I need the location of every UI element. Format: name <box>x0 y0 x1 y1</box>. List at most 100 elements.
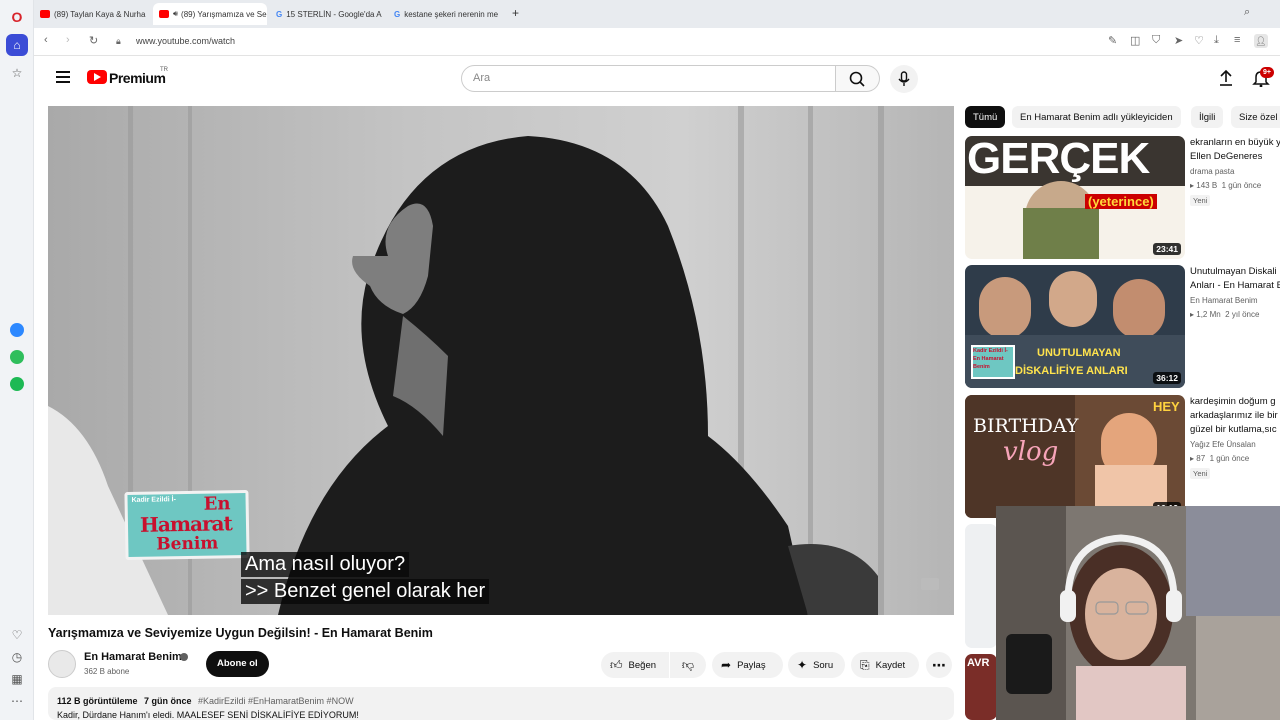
back-icon[interactable]: ‹ <box>44 34 48 46</box>
thumbs-up-icon: 👍︎ <box>610 657 623 672</box>
description-text: Kadir, Dürdane Hanım'ı eledi. MAALESEF S… <box>57 710 359 720</box>
age: 2 yıl önce <box>1225 310 1260 319</box>
subscriber-count: 362 B abone <box>84 667 130 676</box>
channel-avatar[interactable] <box>48 650 76 678</box>
speaker-icon[interactable]: 🔊︎ <box>173 9 178 19</box>
google-favicon-icon: G <box>394 9 401 19</box>
reload-icon[interactable]: ↻ <box>89 34 98 47</box>
tab-search-icon[interactable]: ⌕ <box>1244 6 1250 19</box>
thumbs-down-icon: 👎︎ <box>681 657 695 672</box>
heart-outline-icon[interactable]: ♡ <box>1194 34 1204 47</box>
extensions-icon[interactable]: ▦ <box>6 668 28 690</box>
recommended-meta-1: ▸ 143 B 1 gün önce <box>1190 181 1262 190</box>
bookmark-star-icon[interactable]: ☆ <box>6 62 28 84</box>
download-icon[interactable]: ⤓ <box>1214 34 1219 47</box>
search-button[interactable] <box>836 65 880 92</box>
recommended-channel-1[interactable]: drama pasta <box>1190 167 1280 176</box>
whatsapp-icon[interactable] <box>6 346 28 368</box>
recommended-thumbnail-4[interactable] <box>965 524 997 648</box>
thumb-5-text: AVR <box>967 657 990 669</box>
heart-icon[interactable]: ♡ <box>6 624 28 646</box>
recommended-title-2b[interactable]: Anları - En Hamarat B <box>1190 279 1280 293</box>
messenger-icon[interactable] <box>6 319 28 341</box>
views: 143 B <box>1196 181 1218 190</box>
profile-icon[interactable]: 👤︎ <box>1254 34 1268 48</box>
tab-3[interactable]: G 15 STERLİN - Google'da A <box>270 3 386 25</box>
recommended-title-3c[interactable]: güzel bir kutlama,sıc <box>1190 423 1280 437</box>
shield-icon[interactable]: ⛉ <box>1152 34 1160 47</box>
send-icon[interactable]: ➤ <box>1174 34 1183 47</box>
recommended-thumbnail-1[interactable]: GERÇEK (yeterince) 23:41 <box>965 136 1185 259</box>
save-button[interactable]: ⎘ Kaydet <box>851 652 919 678</box>
recommended-title-1a[interactable]: ekranların en büyük y <box>1190 136 1280 150</box>
show-logo: Kadir Ezildi İ- En Hamarat Benim <box>124 489 250 561</box>
sparkle-icon: ✦ <box>797 658 808 672</box>
recommended-thumbnail-5[interactable]: AVR <box>965 654 997 720</box>
description-box[interactable]: 112 B görüntüleme 7 gün önce #KadirEzild… <box>48 687 954 720</box>
upload-icon[interactable] <box>1218 69 1234 92</box>
duration-badge: 23:41 <box>1153 243 1181 255</box>
video-player[interactable]: Kadir Ezildi İ- En Hamarat Benim Ama nas… <box>48 106 954 615</box>
edit-icon[interactable]: ✎ <box>1108 34 1117 47</box>
recommended-title-3a[interactable]: kardeşimin doğum g <box>1190 395 1280 409</box>
google-favicon-icon: G <box>276 9 283 19</box>
chip-related[interactable]: İlgili <box>1191 106 1224 128</box>
new-tab-button[interactable]: + <box>512 6 519 20</box>
camera-icon[interactable]: ◫ <box>1130 34 1140 47</box>
video-title: Yarışmamıza ve Seviyemize Uygun Değilsin… <box>48 626 433 640</box>
country-code: TR <box>160 67 168 73</box>
more-actions-icon[interactable]: ⋯ <box>926 652 952 678</box>
like-label: Beğen <box>628 659 657 671</box>
dislike-button[interactable]: 👎︎ <box>670 652 706 678</box>
webcam-feed <box>996 506 1280 720</box>
chip-all[interactable]: Tümü <box>965 106 1006 128</box>
like-button[interactable]: 👍︎ Beğen <box>601 652 669 678</box>
opera-logo-icon[interactable]: O <box>6 6 28 28</box>
verified-icon <box>180 653 188 661</box>
recommended-thumbnail-2[interactable]: UNUTULMAYAN DİSKALİFİYE ANLARI Kadir Ezi… <box>965 265 1185 388</box>
history-icon[interactable]: ◷ <box>6 646 28 668</box>
hamburger-menu-icon[interactable] <box>56 71 70 83</box>
youtube-logo-icon[interactable] <box>87 70 107 84</box>
tab-2-active[interactable]: 🔊︎ (89) Yarışmamıza ve Se <box>153 3 267 25</box>
ask-button[interactable]: ✦ Soru <box>788 652 845 678</box>
menu-icon[interactable]: ≡ <box>1234 34 1240 46</box>
url-field[interactable]: www.youtube.com/watch <box>136 36 235 46</box>
recommended-title-1b[interactable]: Ellen DeGeneres <box>1190 150 1280 164</box>
youtube-favicon-icon <box>159 10 169 18</box>
share-icon: ➦ <box>721 658 732 672</box>
recommended-thumbnail-3[interactable]: BIRTHDAY vlog HEY 16:12 <box>965 395 1185 518</box>
search-input[interactable]: Ara <box>461 65 836 92</box>
tab-label: (89) Yarışmamıza ve Se <box>181 9 267 19</box>
channel-name[interactable]: En Hamarat Benim <box>84 651 182 663</box>
youtube-logo-text[interactable]: Premium <box>109 70 166 86</box>
spotify-icon[interactable] <box>6 373 28 395</box>
views: 1,2 Mn <box>1196 310 1221 319</box>
more-icon[interactable]: ⋯ <box>6 690 28 712</box>
webcam-overlay <box>996 506 1280 720</box>
show-logo-line1: Kadir Ezildi İ- <box>131 496 176 504</box>
tab-4[interactable]: G kestane şekeri nerenin me <box>388 3 504 25</box>
recommended-meta-2: ▸ 1,2 Mn 2 yıl önce <box>1190 310 1260 319</box>
microphone-icon <box>898 71 910 86</box>
forward-icon[interactable]: › <box>66 34 70 46</box>
thumb-2-logo: Kadir Ezildi İ- En Hamarat Benim <box>971 345 1015 379</box>
share-button[interactable]: ➦ Paylaş <box>712 652 783 678</box>
recommended-title-3b[interactable]: arkadaşlarımız ile bir <box>1190 409 1280 423</box>
voice-search-button[interactable] <box>890 65 918 93</box>
tab-label: (89) Taylan Kaya & Nurha <box>54 9 146 19</box>
chip-from-uploader[interactable]: En Hamarat Benim adlı yükleyiciden <box>1012 106 1181 128</box>
new-badge: Yeni <box>1190 195 1211 206</box>
chip-for-you[interactable]: Size özel <box>1231 106 1280 128</box>
save-bookmark-icon: ⎘ <box>860 657 870 672</box>
home-icon[interactable]: ⌂ <box>6 34 28 56</box>
hashtags[interactable]: #KadirEzildi #EnHamaratBenim #NOW <box>198 696 354 706</box>
tab-1[interactable]: (89) Taylan Kaya & Nurha <box>34 3 150 25</box>
recommended-channel-3[interactable]: Yağız Efe Ünsalan <box>1190 440 1280 449</box>
recommended-title-2a[interactable]: Unutulmayan Diskali <box>1190 265 1280 279</box>
caption-line-2: >> Benzet genel olarak her <box>241 579 490 604</box>
tab-label: 15 STERLİN - Google'da A <box>286 9 382 19</box>
subscribe-button[interactable]: Abone ol <box>206 651 269 677</box>
recommended-channel-2[interactable]: En Hamarat Benim <box>1190 296 1280 305</box>
thumb-1-sub: (yeterince) <box>1085 194 1157 209</box>
